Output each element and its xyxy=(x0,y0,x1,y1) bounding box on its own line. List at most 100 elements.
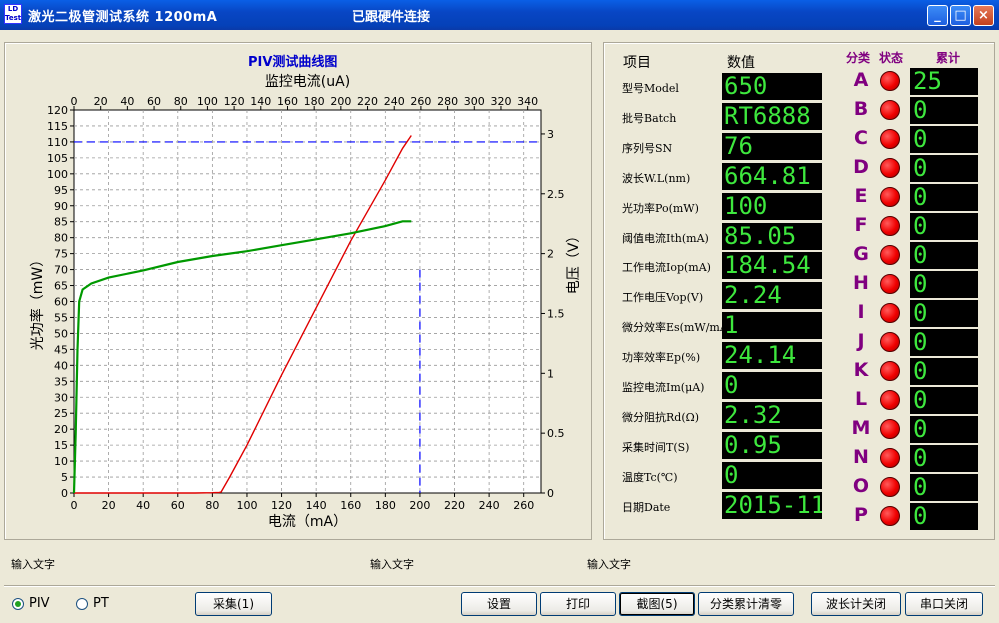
y-tick-label: 85 xyxy=(54,216,68,229)
status-led-icon xyxy=(880,100,900,120)
x-tick-label: 140 xyxy=(306,499,327,512)
row-value-display: 664.81 xyxy=(722,162,822,190)
class-count-display: 0 xyxy=(910,329,978,356)
radio-piv-label: PIV xyxy=(29,596,50,611)
status-led-icon xyxy=(880,332,900,352)
y-tick-label: 30 xyxy=(54,391,68,404)
y-tick-label: 40 xyxy=(54,359,68,372)
x2-tick-label: 40 xyxy=(120,95,134,108)
x2-tick-label: 240 xyxy=(384,95,405,108)
status-led-icon xyxy=(880,477,900,497)
header-total: 累计 xyxy=(936,51,961,65)
header-state: 状态 xyxy=(879,51,904,65)
row-value-display: 0 xyxy=(722,461,822,489)
class-letter: H xyxy=(853,272,869,294)
collect-button[interactable]: 采集(1) xyxy=(195,592,272,616)
x-tick-label: 80 xyxy=(205,499,219,512)
row-label: 监控电流Im(μA) xyxy=(622,381,705,394)
row-value-display: 0 xyxy=(722,372,822,399)
row-value-display: 2015-11-11 xyxy=(722,491,822,519)
class-letter: F xyxy=(854,214,868,236)
x-tick-label: 40 xyxy=(136,499,150,512)
maximize-button[interactable]: □ xyxy=(950,5,971,26)
input-text-3[interactable]: 输入文字 xyxy=(587,556,631,572)
class-letter: O xyxy=(852,475,870,497)
input-text-2[interactable]: 输入文字 xyxy=(370,556,414,572)
y-tick-label: 20 xyxy=(54,423,68,436)
y-tick-label: 70 xyxy=(54,264,68,277)
status-led-icon xyxy=(880,274,900,294)
class-letter: P xyxy=(854,504,868,526)
print-button[interactable]: 打印 xyxy=(540,592,616,616)
row-label: 阈值电流Ith(mA) xyxy=(622,231,709,245)
y-tick-label: 65 xyxy=(54,280,68,293)
radio-pt[interactable]: PT xyxy=(76,596,109,611)
y-tick-label: 120 xyxy=(47,104,68,117)
status-led-icon xyxy=(880,129,900,149)
class-count-display: 0 xyxy=(910,416,978,443)
status-led-icon xyxy=(880,448,900,468)
x-tick-label: 160 xyxy=(340,499,361,512)
input-text-1[interactable]: 输入文字 xyxy=(11,556,55,572)
radio-piv-dot[interactable] xyxy=(12,597,24,610)
class-count-display: 0 xyxy=(910,445,978,472)
row-value-display: 24.14 xyxy=(722,342,822,370)
minimize-button[interactable]: _ xyxy=(927,5,948,26)
status-led-icon xyxy=(880,245,900,265)
y-tick-label: 80 xyxy=(54,232,68,245)
x-tick-label: 100 xyxy=(236,499,257,512)
y2-axis-label: 电压（V） xyxy=(566,229,582,295)
y-tick-label: 35 xyxy=(54,375,68,388)
header-item: 项目 xyxy=(623,55,651,71)
class-letter: I xyxy=(857,301,865,323)
radio-pt-dot[interactable] xyxy=(76,597,88,610)
y-tick-label: 105 xyxy=(47,152,68,165)
y-tick-label: 90 xyxy=(54,200,68,213)
x-axis-label: 电流（mA） xyxy=(268,514,347,530)
y-tick-label: 45 xyxy=(54,343,68,356)
piv-chart: 0 20 40 60 80 100 120 140 160 180 200 220 240 2600 20 4… xyxy=(29,74,582,530)
x-tick-label: 220 xyxy=(444,499,465,512)
serial-close-button[interactable]: 串口关闭 xyxy=(905,592,983,616)
x2-tick-label: 0 xyxy=(71,95,78,108)
class-count-display: 0 xyxy=(910,271,978,298)
y-tick-label: 50 xyxy=(54,327,68,340)
x2-tick-label: 120 xyxy=(224,95,245,108)
class-count-display: 0 xyxy=(910,300,978,327)
y2-tick-label: 3 xyxy=(547,128,554,141)
class-count-display: 0 xyxy=(910,126,978,153)
class-letter: E xyxy=(854,185,868,207)
x-tick-label: 120 xyxy=(271,499,292,512)
status-led-icon xyxy=(880,303,900,323)
wavemeter-close-button[interactable]: 波长计关闭 xyxy=(811,592,901,616)
row-value-display: 100 xyxy=(722,192,822,220)
row-value-display: RT6888 xyxy=(722,102,822,130)
class-count-display: 0 xyxy=(910,184,978,211)
clear-counts-button[interactable]: 分类累计清零 xyxy=(698,592,794,616)
class-letter: M xyxy=(851,417,871,439)
y-tick-label: 75 xyxy=(54,248,68,261)
x2-tick-label: 80 xyxy=(174,95,188,108)
y-tick-label: 15 xyxy=(54,439,68,452)
x2-tick-label: 200 xyxy=(330,95,351,108)
status-led-icon xyxy=(880,361,900,381)
x2-tick-label: 300 xyxy=(464,95,485,108)
class-letter: B xyxy=(853,98,869,120)
y2-tick-label: 1 xyxy=(547,367,554,380)
close-button[interactable]: × xyxy=(973,5,994,26)
x2-tick-label: 180 xyxy=(304,95,325,108)
x2-tick-label: 160 xyxy=(277,95,298,108)
x-tick-label: 240 xyxy=(479,499,500,512)
class-letter: J xyxy=(857,330,865,352)
y2-tick-label: 1.5 xyxy=(547,307,565,320)
class-count-display: 0 xyxy=(910,155,978,182)
x-tick-label: 260 xyxy=(513,499,534,512)
x2-tick-label: 220 xyxy=(357,95,378,108)
row-label: 型号Model xyxy=(622,82,679,95)
screenshot-button[interactable]: 截图(5) xyxy=(619,592,695,616)
y-tick-label: 115 xyxy=(47,120,68,133)
radio-pt-label: PT xyxy=(93,596,109,611)
class-letter: G xyxy=(853,243,869,265)
settings-button[interactable]: 设置 xyxy=(461,592,537,616)
radio-piv[interactable]: PIV xyxy=(12,596,50,611)
